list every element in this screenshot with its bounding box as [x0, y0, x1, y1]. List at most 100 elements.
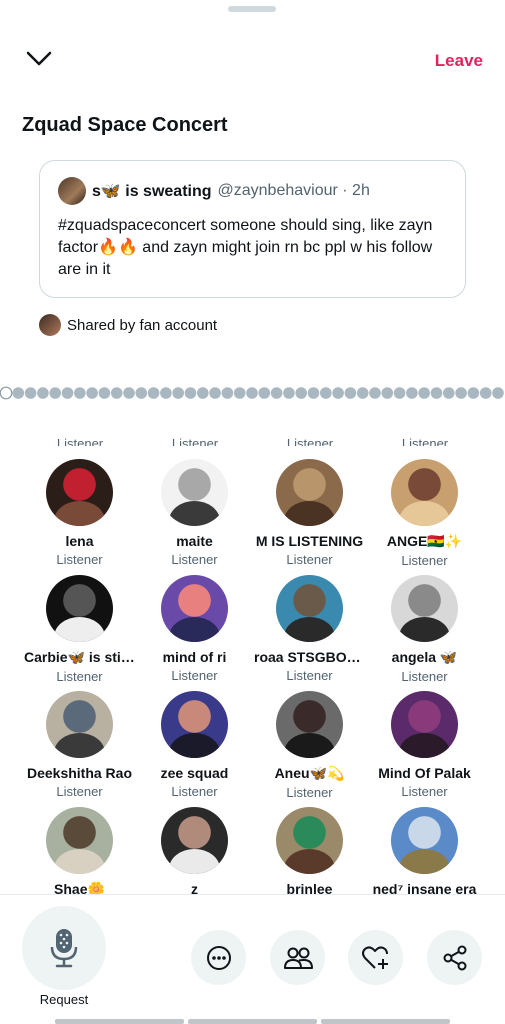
- bead: [406, 387, 418, 399]
- bead: [307, 387, 320, 399]
- listener-name: Carbie🦋 is stil...: [24, 649, 137, 665]
- bead: [455, 387, 467, 399]
- bead: [430, 387, 443, 399]
- listener-item[interactable]: Carbie🦋 is stil... Listener: [22, 572, 137, 688]
- people-button[interactable]: [270, 930, 325, 985]
- listener-item[interactable]: zListener: [137, 804, 252, 894]
- listener-name: maite: [176, 533, 213, 549]
- avatar[interactable]: [391, 459, 458, 526]
- bead: [49, 387, 61, 399]
- bead: [418, 387, 431, 399]
- react-button[interactable]: [348, 930, 403, 985]
- system-nav-bar: [0, 1019, 505, 1024]
- bead: [443, 387, 455, 399]
- listener-item[interactable]: angela 🦋 Listener: [367, 572, 482, 688]
- listener-role: Listener: [171, 784, 218, 799]
- listener-item[interactable]: roaa STSGBOT ... Listener: [252, 572, 367, 688]
- more-button[interactable]: [191, 930, 246, 985]
- listener-item[interactable]: lena Listener: [22, 456, 137, 572]
- listener-item[interactable]: maite Listener: [137, 456, 252, 572]
- listener-item[interactable]: Mind Of Palak Listener: [367, 688, 482, 804]
- listener-item[interactable]: ned⁷ insane eraListener: [367, 804, 482, 894]
- avatar[interactable]: [276, 691, 343, 758]
- bead: [147, 387, 160, 399]
- bead: [467, 387, 480, 399]
- listener-item[interactable]: mind of ri Listener: [137, 572, 252, 688]
- bead: [246, 387, 258, 399]
- avatar[interactable]: [276, 807, 343, 874]
- listener-name: angela 🦋: [391, 649, 458, 665]
- request-mic-button[interactable]: [22, 906, 106, 990]
- listener-name: roaa STSGBOT ...: [254, 649, 367, 665]
- chevron-down-icon[interactable]: [22, 46, 56, 72]
- bead: [233, 387, 246, 399]
- sheet-grabber[interactable]: [228, 6, 276, 12]
- bead: [37, 387, 49, 399]
- bead: [160, 387, 172, 399]
- listener-item[interactable]: Deekshitha Rao Listener: [22, 688, 137, 804]
- pinned-tweet[interactable]: s🦋 is sweating @zaynbehaviour · 2h #zqua…: [39, 160, 466, 298]
- avatar[interactable]: [391, 575, 458, 642]
- cut-label: Listener: [401, 436, 449, 446]
- listener-name: zee squad: [160, 765, 229, 781]
- listener-role: Listener: [401, 669, 448, 684]
- listener-item[interactable]: brinleeListener: [252, 804, 367, 894]
- listener-item[interactable]: ANGE🇬🇭✨ Listener: [367, 456, 482, 572]
- avatar[interactable]: [161, 459, 228, 526]
- avatar[interactable]: [46, 691, 113, 758]
- avatar[interactable]: [46, 575, 113, 642]
- listener-role: Listener: [286, 785, 333, 800]
- tweet-avatar[interactable]: [58, 177, 86, 205]
- listener-role: Listener: [56, 552, 103, 567]
- share-button[interactable]: [427, 930, 482, 985]
- bead: [0, 386, 13, 400]
- listener-name: brinlee: [286, 881, 333, 894]
- listener-item[interactable]: M IS LISTENING Listener: [252, 456, 367, 572]
- listener-item[interactable]: Shae🌼Listener: [22, 804, 137, 894]
- bead: [184, 387, 197, 399]
- listener-item[interactable]: zee squad Listener: [137, 688, 252, 804]
- avatar[interactable]: [276, 575, 343, 642]
- bead: [356, 387, 369, 399]
- avatar[interactable]: [391, 807, 458, 874]
- avatar[interactable]: [161, 807, 228, 874]
- bead: [61, 387, 74, 399]
- bead: [74, 387, 86, 399]
- bead: [381, 387, 394, 399]
- listener-role: Listener: [171, 668, 218, 683]
- heart-plus-icon: [361, 945, 388, 969]
- more-icon: [206, 945, 231, 970]
- bead: [492, 387, 504, 399]
- avatar[interactable]: [161, 575, 228, 642]
- listener-name: Aneu🦋💫: [274, 765, 345, 781]
- avatar[interactable]: [46, 459, 113, 526]
- bead: [98, 387, 111, 399]
- listener-name: Mind Of Palak: [378, 765, 471, 781]
- listener-name: ANGE🇬🇭✨: [386, 533, 463, 549]
- listener-role: Listener: [286, 668, 333, 683]
- tweet-author-handle: @zaynbehaviour · 2h: [217, 182, 370, 199]
- tweet-author-name: s🦋 is sweating: [92, 183, 212, 200]
- avatar[interactable]: [276, 459, 343, 526]
- listener-role: Listener: [171, 552, 218, 567]
- bead: [270, 387, 283, 399]
- avatar[interactable]: [46, 807, 113, 874]
- listener-name: M IS LISTENING: [255, 533, 364, 549]
- bead: [283, 387, 295, 399]
- listener-role: Listener: [401, 784, 448, 799]
- listener-role: Listener: [286, 552, 333, 567]
- listener-item[interactable]: Aneu🦋💫 Listener: [252, 688, 367, 804]
- avatar[interactable]: [161, 691, 228, 758]
- bead: [209, 387, 221, 399]
- space-title: Zquad Space Concert: [22, 114, 228, 136]
- listener-name: lena: [65, 533, 94, 549]
- listener-role: Listener: [56, 669, 103, 684]
- shared-by: Shared by fan account: [39, 314, 217, 336]
- listener-role: Listener: [56, 784, 103, 799]
- tweet-body: #zquadspaceconcert someone should sing, …: [58, 217, 433, 278]
- avatar[interactable]: [391, 691, 458, 758]
- share-icon: [443, 945, 466, 970]
- bead: [172, 387, 184, 399]
- leave-button[interactable]: Leave: [435, 51, 483, 71]
- request-label: Request: [39, 992, 89, 1007]
